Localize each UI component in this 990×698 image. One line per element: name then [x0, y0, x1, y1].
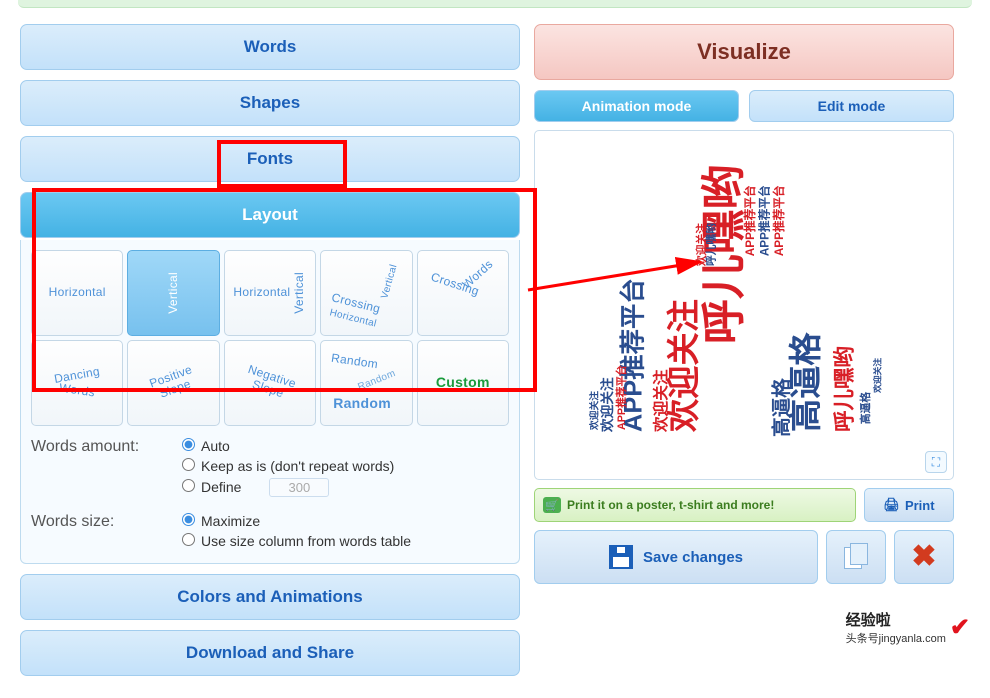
print-poster-button[interactable]: 🛒 Print it on a poster, t-shirt and more…	[534, 488, 856, 522]
tab-fonts[interactable]: Fonts	[20, 136, 520, 182]
layout-dancing-words[interactable]: DancingWords	[31, 340, 123, 426]
print-button[interactable]: 🖨 Print	[864, 488, 954, 522]
edit-mode-button[interactable]: Edit mode	[749, 90, 954, 122]
shopping-icon: 🛒	[543, 497, 561, 513]
layout-label: Vertical	[293, 272, 306, 314]
layout-positive-slope[interactable]: PositiveSlope	[127, 340, 219, 426]
cloud-word: 欢迎关注	[599, 377, 615, 433]
tab-layout[interactable]: Layout	[20, 192, 520, 238]
visualize-title: Visualize	[534, 24, 954, 80]
tab-colors-animations[interactable]: Colors and Animations	[20, 574, 520, 620]
cloud-word: 欢迎关注	[665, 299, 703, 433]
layout-label: Horizontal	[233, 286, 290, 299]
cloud-word: APP推荐平台	[615, 365, 628, 430]
delete-button[interactable]: ✖	[894, 530, 954, 584]
layout-label: Horizontal	[49, 286, 106, 299]
cloud-word: APP推荐平台	[757, 185, 771, 256]
words-amount-label: Words amount:	[31, 438, 176, 456]
words-size-column[interactable]: Use size column from words table	[182, 533, 411, 549]
layout-horizontal-vertical[interactable]: Horizontal Vertical	[224, 250, 316, 336]
printer-icon: 🖨	[883, 497, 900, 513]
layout-custom[interactable]: Custom	[417, 340, 509, 426]
layout-label: Vertical	[167, 272, 180, 314]
words-size-label: Words size:	[31, 513, 176, 531]
layout-negative-slope[interactable]: NegativeSlope	[224, 340, 316, 426]
cloud-word: 欢迎关注	[695, 223, 708, 267]
words-amount-keep[interactable]: Keep as is (don't repeat words)	[182, 458, 394, 474]
words-size-maximize[interactable]: Maximize	[182, 513, 411, 529]
layout-random[interactable]: Random Random Random	[320, 340, 412, 426]
cloud-word: 呼儿嘿哟	[832, 346, 856, 432]
cloud-word: 欢迎关注	[872, 358, 883, 394]
cloud-word: 高逼格	[859, 392, 872, 424]
layout-label: Random	[330, 352, 379, 372]
cloud-word: 欢迎关注	[588, 391, 601, 431]
layout-crossing-hv[interactable]: Crossing Vertical Horizontal	[320, 250, 412, 336]
words-amount-define[interactable]: Define	[182, 478, 394, 497]
close-icon: ✖	[911, 542, 936, 572]
copy-button[interactable]	[826, 530, 886, 584]
cloud-word: 高逼格	[770, 378, 793, 437]
cloud-word: 欢迎关注	[651, 369, 670, 433]
save-icon	[609, 545, 633, 569]
tab-shapes[interactable]: Shapes	[20, 80, 520, 126]
layout-label: Custom	[436, 375, 490, 390]
copy-icon	[844, 543, 868, 571]
wordcloud-canvas: 呼儿嘿哟 欢迎关注 APP推荐平台 高逼格 呼儿嘿哟 欢迎关注 欢迎关注 高逼格…	[534, 130, 954, 480]
layout-horizontal[interactable]: Horizontal	[31, 250, 123, 336]
cloud-word: 高逼格	[788, 332, 825, 432]
layout-label: Random	[357, 368, 398, 393]
expand-icon[interactable]: ⛶	[925, 451, 947, 473]
layout-label: Random	[333, 396, 391, 411]
layout-vertical[interactable]: Vertical	[127, 250, 219, 336]
words-amount-auto[interactable]: Auto	[182, 438, 394, 454]
layout-panel: Horizontal Vertical Horizontal Vertical …	[20, 240, 520, 564]
cloud-word: APP推荐平台	[772, 185, 786, 256]
save-changes-button[interactable]: Save changes	[534, 530, 818, 584]
words-amount-value[interactable]	[269, 478, 329, 497]
layout-crossing-words[interactable]: Crossing Words	[417, 250, 509, 336]
layout-label: Vertical	[380, 263, 400, 300]
check-icon: ✔	[950, 613, 970, 642]
watermark: 经验啦 头条号jingyanla.com ✔	[846, 609, 970, 646]
tab-words[interactable]: Words	[20, 24, 520, 70]
layout-label: Words	[53, 381, 101, 400]
cloud-word: APP推荐平台	[743, 185, 757, 256]
animation-mode-button[interactable]: Animation mode	[534, 90, 739, 122]
tab-download-share[interactable]: Download and Share	[20, 630, 520, 676]
